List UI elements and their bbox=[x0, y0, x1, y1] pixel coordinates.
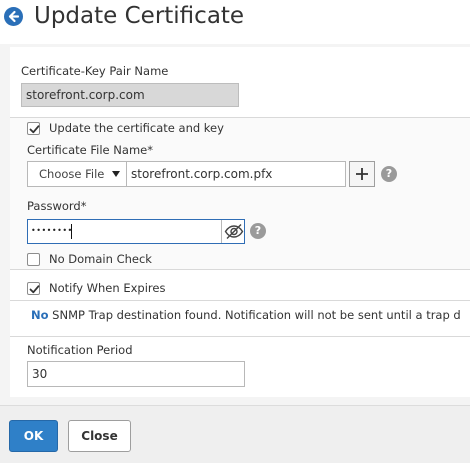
password-help-icon[interactable]: ? bbox=[250, 223, 266, 239]
password-input[interactable]: •••••••• bbox=[27, 219, 245, 244]
snmp-no-text: No bbox=[31, 308, 49, 322]
ok-button[interactable]: OK bbox=[9, 420, 58, 452]
cert-key-pair-name-label: Certificate-Key Pair Name bbox=[21, 64, 169, 78]
no-domain-check-checkbox[interactable] bbox=[27, 253, 40, 266]
choose-file-label: Choose File bbox=[39, 167, 105, 181]
text-cursor bbox=[71, 224, 72, 239]
update-cert-label: Update the certificate and key bbox=[49, 121, 224, 135]
notification-period-input[interactable]: 30 bbox=[27, 361, 245, 387]
plus-icon bbox=[356, 168, 368, 180]
cert-file-name-label: Certificate File Name* bbox=[27, 143, 153, 157]
notification-period-label: Notification Period bbox=[27, 343, 133, 357]
caret-down-icon bbox=[112, 171, 120, 177]
back-button[interactable] bbox=[4, 7, 23, 26]
close-button[interactable]: Close bbox=[68, 420, 131, 452]
update-cert-checkbox[interactable] bbox=[27, 122, 40, 135]
eye-slash-icon bbox=[224, 224, 244, 239]
header: Update Certificate bbox=[0, 0, 470, 44]
cert-file-name-input[interactable]: storefront.corp.com.pfx bbox=[126, 161, 346, 187]
arrow-left-circle-icon bbox=[8, 10, 20, 23]
password-label: Password* bbox=[27, 199, 87, 213]
checkmark-icon bbox=[29, 125, 40, 134]
notify-expires-label: Notify When Expires bbox=[49, 281, 166, 295]
certificate-update-section bbox=[10, 117, 470, 270]
cert-key-pair-name-field: storefront.corp.com bbox=[21, 83, 239, 107]
cert-file-help-icon[interactable]: ? bbox=[381, 166, 397, 182]
no-domain-check-label: No Domain Check bbox=[49, 252, 152, 266]
show-password-toggle[interactable] bbox=[221, 220, 246, 243]
choose-file-dropdown[interactable]: Choose File bbox=[27, 161, 127, 187]
page-title: Update Certificate bbox=[34, 3, 245, 29]
snmp-message-text: SNMP Trap destination found. Notificatio… bbox=[48, 308, 461, 322]
add-file-button[interactable] bbox=[349, 161, 375, 187]
checkmark-icon bbox=[29, 285, 40, 294]
snmp-notice: No SNMP Trap destination found. Notifica… bbox=[31, 308, 461, 322]
notify-expires-checkbox[interactable] bbox=[27, 282, 40, 295]
password-value: •••••••• bbox=[31, 226, 73, 235]
